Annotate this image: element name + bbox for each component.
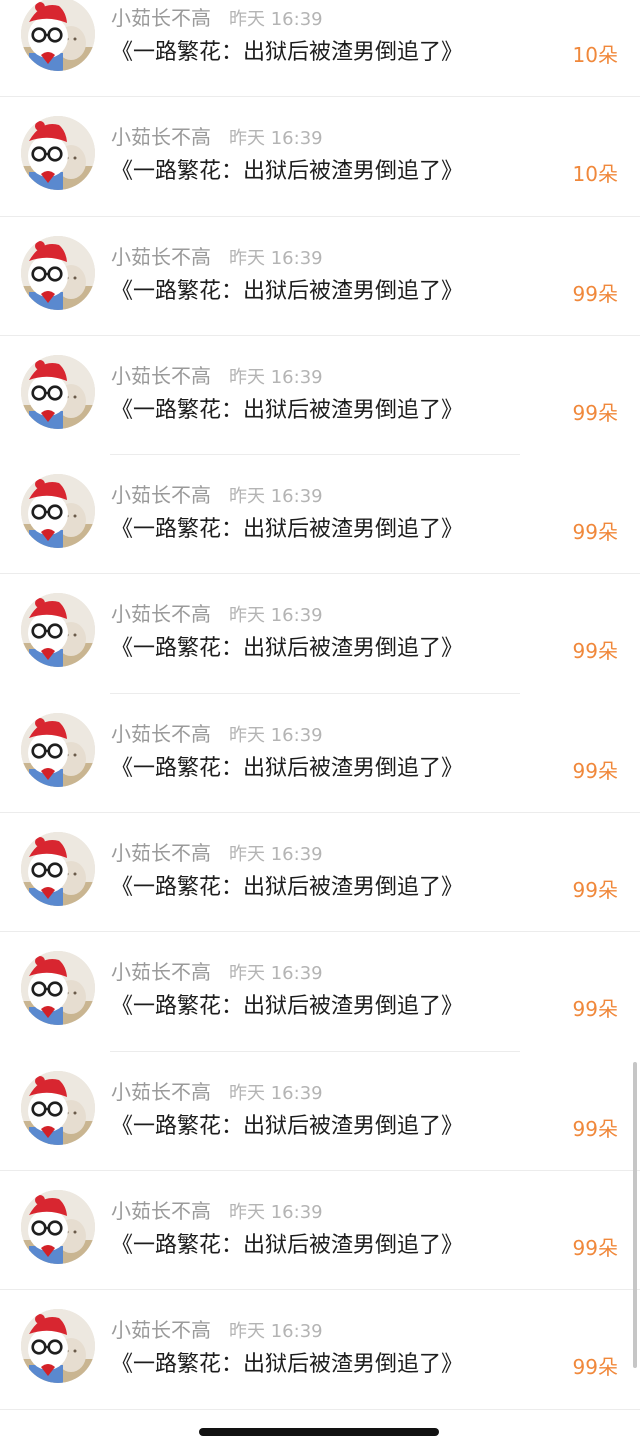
timestamp: 昨天 16:39 — [229, 1082, 323, 1104]
list-item[interactable]: 小茹长不高 昨天 16:39 《一路繁花：出狱后被渣男倒追了》 99朵 — [0, 932, 640, 1052]
book-title[interactable]: 《一路繁花：出狱后被渣男倒追了》 — [111, 1229, 463, 1263]
timestamp: 昨天 16:39 — [229, 1321, 323, 1343]
item-meta: 小茹长不高 昨天 16:39 — [111, 601, 323, 627]
item-meta: 小茹长不高 昨天 16:39 — [111, 363, 323, 389]
item-meta: 小茹长不高 昨天 16:39 — [111, 840, 323, 866]
username[interactable]: 小茹长不高 — [111, 1080, 211, 1104]
list-item[interactable]: 小茹长不高 昨天 16:39 《一路繁花：出狱后被渣男倒追了》 10朵 — [0, 0, 640, 98]
timestamp: 昨天 16:39 — [229, 366, 323, 388]
flower-count: 99朵 — [572, 1355, 618, 1380]
list-item[interactable]: 小茹长不高 昨天 16:39 《一路繁花：出狱后被渣男倒追了》 99朵 — [0, 1290, 640, 1410]
flower-count: 99朵 — [572, 878, 618, 903]
list-item[interactable]: 小茹长不高 昨天 16:39 《一路繁花：出狱后被渣男倒追了》 99朵 — [0, 813, 640, 933]
item-meta: 小茹长不高 昨天 16:39 — [111, 482, 323, 508]
username[interactable]: 小茹长不高 — [111, 125, 211, 149]
book-title[interactable]: 《一路繁花：出狱后被渣男倒追了》 — [111, 155, 463, 189]
divider — [0, 1408, 640, 1410]
book-title[interactable]: 《一路繁花：出狱后被渣男倒追了》 — [111, 36, 463, 70]
list-item[interactable]: 小茹长不高 昨天 16:39 《一路繁花：出狱后被渣男倒追了》 99朵 — [0, 1052, 640, 1171]
flower-count: 99朵 — [572, 1116, 618, 1141]
book-title[interactable]: 《一路繁花：出狱后被渣男倒追了》 — [111, 275, 463, 309]
list-item[interactable]: 小茹长不高 昨天 16:39 《一路繁花：出狱后被渣男倒追了》 99朵 — [0, 694, 640, 814]
timestamp: 昨天 16:39 — [229, 9, 323, 30]
list-item[interactable]: 小茹长不高 昨天 16:39 《一路繁花：出狱后被渣男倒追了》 99朵 — [0, 336, 640, 456]
item-meta: 小茹长不高 昨天 16:39 — [111, 1198, 323, 1224]
user-avatar[interactable] — [21, 712, 95, 787]
list-item[interactable]: 小茹长不高 昨天 16:39 《一路繁花：出狱后被渣男倒追了》 99朵 — [0, 455, 640, 575]
list-item[interactable]: 小茹长不高 昨天 16:39 《一路繁花：出狱后被渣男倒追了》 99朵 — [0, 217, 640, 336]
list-item[interactable]: 小茹长不高 昨天 16:39 《一路繁花：出狱后被渣男倒追了》 10朵 — [0, 97, 640, 217]
book-title[interactable]: 《一路繁花：出狱后被渣男倒追了》 — [111, 513, 463, 547]
flower-count: 99朵 — [572, 400, 618, 425]
book-title[interactable]: 《一路繁花：出狱后被渣男倒追了》 — [111, 632, 463, 666]
user-avatar[interactable] — [21, 1189, 95, 1264]
list-item[interactable]: 小茹长不高 昨天 16:39 《一路繁花：出狱后被渣男倒追了》 99朵 — [0, 574, 640, 694]
user-avatar[interactable] — [21, 1309, 95, 1384]
book-title[interactable]: 《一路繁花：出狱后被渣男倒追了》 — [111, 990, 463, 1024]
timestamp: 昨天 16:39 — [229, 963, 323, 985]
user-avatar[interactable] — [21, 832, 95, 907]
item-meta: 小茹长不高 昨天 16:39 — [111, 1079, 323, 1105]
username[interactable]: 小茹长不高 — [111, 602, 211, 626]
user-avatar[interactable] — [21, 474, 95, 549]
item-meta: 小茹长不高 昨天 16:39 — [111, 124, 323, 150]
home-indicator[interactable] — [199, 1428, 439, 1436]
username[interactable]: 小茹长不高 — [111, 960, 211, 984]
username[interactable]: 小茹长不高 — [111, 1199, 211, 1223]
user-avatar[interactable] — [21, 235, 95, 310]
gift-record-list: 小茹长不高 昨天 16:39 《一路繁花：出狱后被渣男倒追了》 10朵 小茹长不高… — [0, 0, 640, 1410]
flower-count: 99朵 — [572, 281, 618, 306]
username[interactable]: 小茹长不高 — [111, 483, 211, 507]
item-meta: 小茹长不高 昨天 16:39 — [111, 244, 323, 270]
username[interactable]: 小茹长不高 — [111, 722, 211, 746]
user-avatar[interactable] — [21, 116, 95, 191]
timestamp: 昨天 16:39 — [229, 1201, 323, 1223]
user-avatar[interactable] — [21, 593, 95, 668]
username[interactable]: 小茹长不高 — [111, 1318, 211, 1342]
timestamp: 昨天 16:39 — [229, 128, 323, 150]
book-title[interactable]: 《一路繁花：出狱后被渣男倒追了》 — [111, 394, 463, 428]
flower-count: 10朵 — [572, 162, 618, 187]
scroll-indicator[interactable] — [633, 1062, 637, 1368]
flower-count: 99朵 — [572, 758, 618, 783]
book-title[interactable]: 《一路繁花：出狱后被渣男倒追了》 — [111, 752, 463, 786]
flower-count: 99朵 — [572, 639, 618, 664]
item-meta: 小茹长不高 昨天 16:39 — [111, 5, 323, 31]
flower-count: 99朵 — [572, 1235, 618, 1260]
item-meta: 小茹长不高 昨天 16:39 — [111, 959, 323, 985]
timestamp: 昨天 16:39 — [229, 844, 323, 866]
flower-count: 99朵 — [572, 997, 618, 1022]
item-meta: 小茹长不高 昨天 16:39 — [111, 721, 323, 747]
user-avatar[interactable] — [21, 951, 95, 1026]
username[interactable]: 小茹长不高 — [111, 6, 211, 30]
timestamp: 昨天 16:39 — [229, 605, 323, 627]
username[interactable]: 小茹长不高 — [111, 841, 211, 865]
timestamp: 昨天 16:39 — [229, 486, 323, 508]
flower-count: 10朵 — [572, 43, 618, 67]
username[interactable]: 小茹长不高 — [111, 364, 211, 388]
user-avatar[interactable] — [21, 0, 95, 71]
book-title[interactable]: 《一路繁花：出狱后被渣男倒追了》 — [111, 871, 463, 905]
username[interactable]: 小茹长不高 — [111, 245, 211, 269]
list-item[interactable]: 小茹长不高 昨天 16:39 《一路繁花：出狱后被渣男倒追了》 99朵 — [0, 1171, 640, 1291]
timestamp: 昨天 16:39 — [229, 247, 323, 269]
flower-count: 99朵 — [572, 520, 618, 545]
user-avatar[interactable] — [21, 354, 95, 429]
book-title[interactable]: 《一路繁花：出狱后被渣男倒追了》 — [111, 1110, 463, 1144]
user-avatar[interactable] — [21, 1070, 95, 1145]
book-title[interactable]: 《一路繁花：出狱后被渣男倒追了》 — [111, 1348, 463, 1382]
item-meta: 小茹长不高 昨天 16:39 — [111, 1317, 323, 1343]
timestamp: 昨天 16:39 — [229, 724, 323, 746]
